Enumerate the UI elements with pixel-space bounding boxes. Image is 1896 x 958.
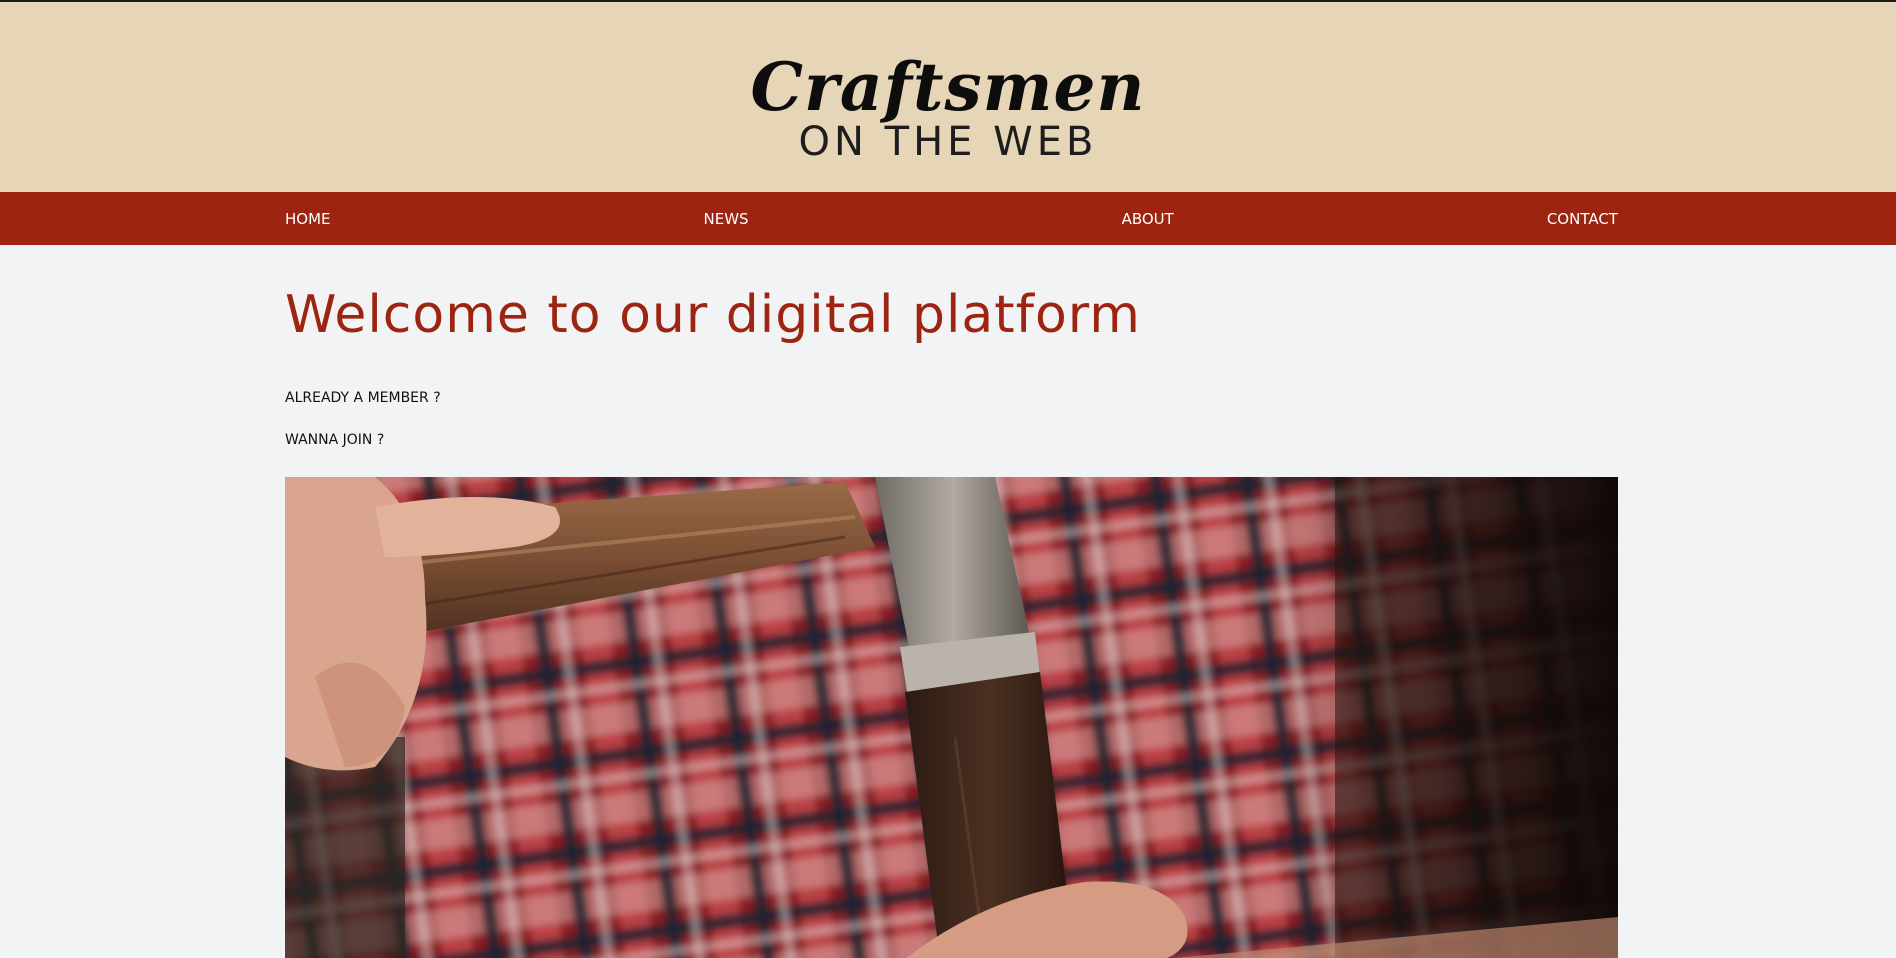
nav-item-news[interactable]: NEWS bbox=[704, 210, 749, 228]
logo-subtitle: ON THE WEB bbox=[798, 119, 1098, 165]
main-navigation: HOME NEWS ABOUT CONTACT bbox=[0, 192, 1896, 245]
site-header: Craftsmen ON THE WEB bbox=[0, 2, 1896, 192]
nav-item-contact[interactable]: CONTACT bbox=[1547, 210, 1618, 228]
nav-item-about[interactable]: ABOUT bbox=[1122, 210, 1174, 228]
main-content: Welcome to our digital platform ALREADY … bbox=[285, 245, 1618, 958]
member-login-link[interactable]: ALREADY A MEMBER ? bbox=[285, 390, 1618, 406]
site-logo[interactable]: Craftsmen ON THE WEB bbox=[0, 52, 1896, 164]
nav-items: HOME NEWS ABOUT CONTACT bbox=[285, 192, 1618, 245]
join-link[interactable]: WANNA JOIN ? bbox=[285, 432, 1618, 448]
hero-image bbox=[285, 477, 1618, 958]
logo-title: Craftsmen bbox=[750, 48, 1146, 126]
page-title: Welcome to our digital platform bbox=[285, 285, 1141, 345]
nav-item-home[interactable]: HOME bbox=[285, 210, 331, 228]
